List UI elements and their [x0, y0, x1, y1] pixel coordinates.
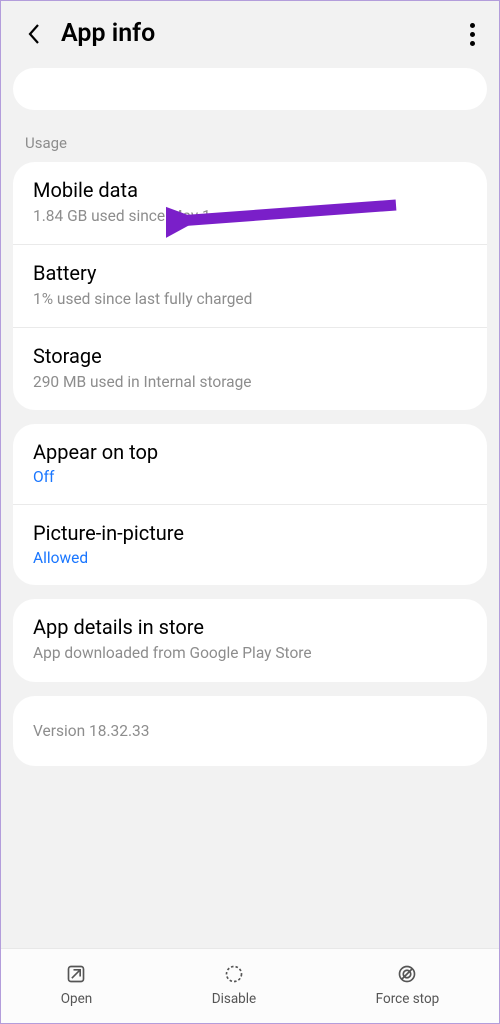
row-title: App details in store — [33, 615, 467, 639]
store-card: App details in store App downloaded from… — [13, 599, 487, 681]
page-title: App info — [61, 19, 155, 48]
row-subtext: App downloaded from Google Play Store — [33, 643, 467, 663]
row-app-details-store[interactable]: App details in store App downloaded from… — [13, 599, 487, 681]
row-title: Picture-in-picture — [33, 521, 467, 545]
force-stop-label: Force stop — [376, 991, 440, 1007]
row-value: Allowed — [33, 549, 467, 567]
usage-card: Mobile data 1.84 GB used since May 1 Bat… — [13, 162, 487, 410]
disable-icon — [223, 963, 245, 985]
version-card: Version 18.32.33 — [13, 696, 487, 766]
force-stop-icon — [396, 963, 418, 985]
bottom-bar: Open Disable Force stop — [1, 948, 499, 1023]
usage-section-label: Usage — [1, 120, 499, 162]
row-title: Appear on top — [33, 440, 467, 464]
chevron-left-icon — [26, 22, 42, 46]
open-label: Open — [61, 991, 92, 1007]
row-title: Storage — [33, 344, 467, 368]
back-button[interactable] — [21, 21, 47, 47]
row-appear-on-top[interactable]: Appear on top Off — [13, 424, 487, 505]
card-fragment — [13, 68, 487, 110]
row-subtext: 290 MB used in Internal storage — [33, 372, 467, 392]
row-mobile-data[interactable]: Mobile data 1.84 GB used since May 1 — [13, 162, 487, 245]
disable-label: Disable — [212, 991, 256, 1007]
row-title: Mobile data — [33, 178, 467, 202]
version-text: Version 18.32.33 — [33, 722, 467, 740]
row-picture-in-picture[interactable]: Picture-in-picture Allowed — [13, 505, 487, 585]
open-button[interactable]: Open — [61, 963, 92, 1007]
row-title: Battery — [33, 261, 467, 285]
row-subtext: 1.84 GB used since May 1 — [33, 206, 467, 226]
disable-button[interactable]: Disable — [212, 963, 256, 1007]
row-storage[interactable]: Storage 290 MB used in Internal storage — [13, 328, 487, 410]
overlay-card: Appear on top Off Picture-in-picture All… — [13, 424, 487, 585]
row-battery[interactable]: Battery 1% used since last fully charged — [13, 245, 487, 328]
open-icon — [65, 963, 87, 985]
more-menu-button[interactable] — [470, 23, 475, 46]
header: App info — [1, 1, 499, 62]
row-value: Off — [33, 468, 467, 486]
force-stop-button[interactable]: Force stop — [376, 963, 440, 1007]
row-subtext: 1% used since last fully charged — [33, 289, 467, 309]
more-vertical-icon — [470, 23, 475, 46]
